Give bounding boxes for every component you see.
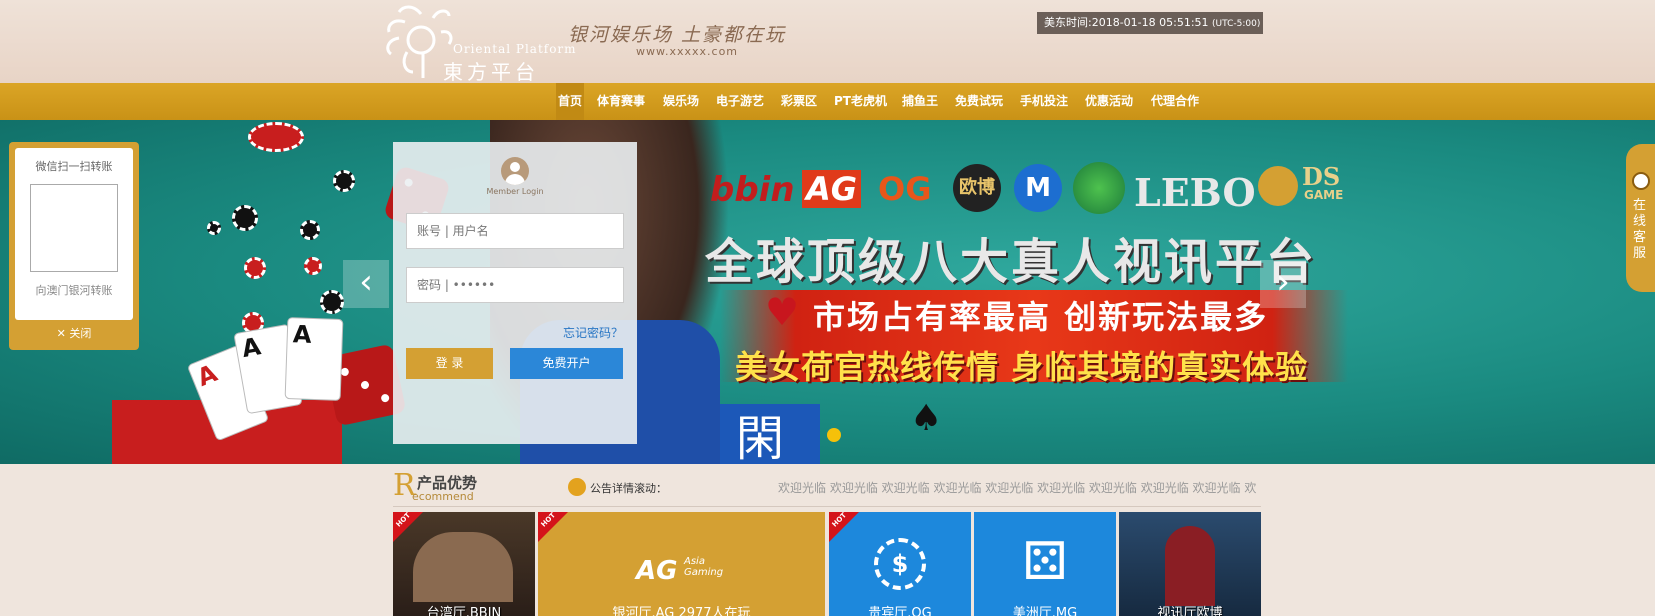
nav-item-egames[interactable]: 电子游艺 [716,83,764,120]
mg-logo: M [1014,164,1062,212]
notice-marquee[interactable]: 欢迎光临 欢迎光临 欢迎光临 欢迎光临 欢迎光临 欢迎光临 欢迎光临 欢迎光临 … [778,479,1261,496]
tile-label: 台湾厅.BBIN [426,606,502,616]
tile-label: 贵宾厅.OG [868,606,932,616]
og-logo: OG [878,170,932,208]
slider-dot[interactable] [827,428,841,442]
players-image [413,532,513,602]
banner-prev-arrow[interactable]: ‹ [343,260,389,308]
lebo-logo: LEBO [1134,170,1256,215]
clock-value: 2018-01-18 05:51:51 [1091,16,1209,29]
banner-line-3: 美女荷官热线传情 身临其境的真实体验 [735,348,1309,386]
casino-chip-icon [207,221,221,235]
casino-chip-icon [304,257,322,275]
heart-icon: ♥ [765,290,800,334]
tile-label: 视讯厅欧博 [1157,606,1223,616]
ag-logo: AG [802,170,862,208]
ds-game-text: GAME [1304,188,1344,202]
ds-logo-icon [1258,166,1298,206]
tile-label: 美洲厅.MG [1012,606,1078,616]
allbet-logo: 欧博 [953,164,1001,212]
main-nav: 首页 体育赛事 娱乐场 HOT 电子游艺 彩票区 PT老虎机 捕鱼王 免费试玩 … [0,83,1655,177]
banner-line-2: 市场占有率最高 创新玩法最多 [813,298,1269,336]
casino-chip-icon [244,257,266,279]
slogan: 银河娱乐场 土豪都在玩 [568,24,787,46]
nav-item-sports[interactable]: 体育赛事 [597,83,645,120]
game-tile-mg[interactable]: ⚄ 美洲厅.MG [974,512,1116,616]
game-tile-og[interactable]: HOT $ 贵宾厅.OG [829,512,971,616]
section-divider [393,506,1261,507]
nav-item-lottery[interactable]: 彩票区 [781,83,817,120]
logo-english: Oriental Platform [453,42,577,56]
nav-item-free-trial[interactable]: 免费试玩 [955,83,1003,120]
ag-tile-logo: AG [636,556,678,586]
nav-item-home[interactable]: 首页 [556,83,585,120]
casino-chip-icon [320,290,344,314]
provider-logos: bbin AG OG 欧博 M LEBO DS GAME [710,160,1370,220]
login-panel: Member Login 账号 | 用户名 密码 | •••••• 忘记密码？ … [393,142,637,444]
game-tile-ag[interactable]: HOT AG Asia Gaming 银河厅.AG 2977人在玩 [538,512,825,616]
logo-chinese: 東方平台 [443,60,539,84]
globe-logo-icon [1073,162,1125,214]
dealer-image [1165,526,1215,606]
username-input[interactable]: 账号 | 用户名 [406,213,624,249]
qr-transfer-panel: 微信扫一扫转账 向澳门银河转账 ✕ 关闭 [9,142,139,350]
game-tile-allbet[interactable]: 视讯厅欧博 [1119,512,1261,616]
qr-title: 微信扫一扫转账 [35,160,113,173]
us-east-clock: 美东时间:2018-01-18 05:51:51 (UTC-5:00) [1037,12,1263,34]
banner-next-arrow[interactable]: › [1260,260,1306,308]
qr-close-button[interactable]: ✕ 关闭 [9,325,139,341]
ds-logo-text: DS [1302,162,1341,191]
member-login-label: Member Login [486,187,544,196]
spade-icon: ♠ [910,398,943,439]
casino-chip-icon [300,220,320,240]
qr-code-image [30,184,118,272]
tile-label: 银河厅.AG 2977人在玩 [612,606,751,616]
online-service-tab[interactable]: 在线客服 [1626,144,1655,292]
banner-headline: 全球顶级八大真人视讯平台 [705,234,1318,290]
game-tile-bbin[interactable]: HOT 台湾厅.BBIN [393,512,535,616]
service-agent-icon [1632,172,1650,190]
nav-item-mobile[interactable]: 手机投注 [1020,83,1068,120]
nav-item-pt-slots[interactable]: PT老虎机 [834,83,887,120]
casino-chip-icon [248,122,304,152]
nav-item-fishing[interactable]: 捕鱼王 [902,83,938,120]
ag-tile-sub: Asia Gaming [684,556,724,578]
qr-footer: 向澳门银河转账 [35,284,113,297]
clock-label: 美东时间: [1044,16,1092,29]
hero-banner[interactable]: 閑 A A A bbin AG OG 欧博 M LEBO DS GAME 全球顶… [0,120,1655,464]
bbin-logo: bbin [710,170,795,210]
notice-label: 公告详情滚动： [590,482,667,495]
qr-card: 微信扫一扫转账 向澳门银河转账 [15,148,133,320]
clock-timezone: (UTC-5:00) [1212,19,1261,29]
casino-chip-icon [333,170,355,192]
nav-item-casino[interactable]: 娱乐场 [663,83,699,120]
dice-tile-icon: ⚄ [1022,532,1068,592]
chip-dollar-icon: $ [874,538,926,590]
login-button[interactable]: 登 录 [406,348,493,379]
site-logo[interactable]: Oriental Platform 東方平台 [383,2,576,84]
casino-chip-icon [232,205,258,231]
service-label: 在线客服 [1633,198,1647,261]
recommend-subtitle: ecommend [412,490,474,503]
nav-item-agency[interactable]: 代理合作 [1151,83,1199,120]
member-avatar-icon [501,157,529,185]
site-header: Oriental Platform 東方平台 银河娱乐场 土豪都在玩 www.x… [0,0,1655,84]
forgot-password-link[interactable]: 忘记密码？ [563,324,623,341]
notice-bell-icon [568,478,586,496]
slogan-url: www.xxxxx.com [636,45,739,58]
password-input[interactable]: 密码 | •••••• [406,267,624,303]
nav-item-promotions[interactable]: 优惠活动 [1085,83,1133,120]
register-button[interactable]: 免费开户 [510,348,623,379]
playing-card-icon: A [284,317,344,401]
